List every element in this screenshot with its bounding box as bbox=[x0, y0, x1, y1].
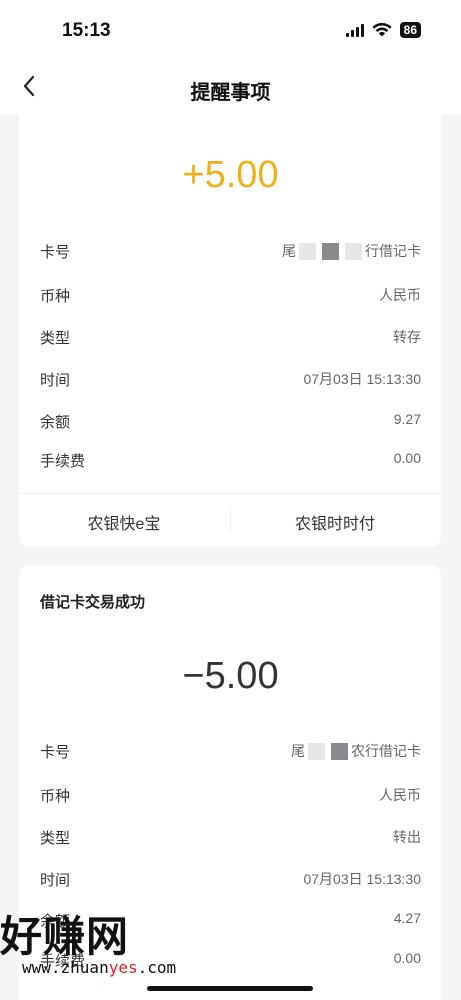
divider bbox=[230, 507, 231, 531]
row-label: 类型 bbox=[40, 830, 71, 847]
detail-row-type: 类型 转出 bbox=[40, 827, 421, 847]
watermark-url-part: .com bbox=[137, 958, 177, 977]
battery-indicator: 86 bbox=[399, 22, 421, 38]
watermark-logo-text: 好赚网 bbox=[0, 912, 130, 961]
status-icons: 86 bbox=[345, 22, 421, 38]
detail-row-time: 时间 07月03日 15:13:30 bbox=[40, 869, 421, 889]
detail-row-card-number: 卡号 尾 农行借记卡 bbox=[40, 741, 421, 761]
masked-digits bbox=[299, 242, 316, 260]
row-label: 类型 bbox=[40, 330, 71, 347]
card-title: 借记卡交易成功 bbox=[40, 594, 146, 611]
masked-digits bbox=[331, 742, 348, 760]
divider bbox=[19, 493, 441, 494]
row-value: 0.00 bbox=[393, 450, 421, 466]
row-value: 9.27 bbox=[393, 411, 421, 427]
detail-row-currency: 币种 人民币 bbox=[40, 785, 421, 805]
masked-digits bbox=[322, 242, 339, 260]
card-number-prefix: 尾 bbox=[291, 743, 305, 759]
row-label: 手续费 bbox=[40, 453, 86, 470]
row-label: 时间 bbox=[40, 872, 71, 889]
row-value: 4.27 bbox=[393, 910, 421, 926]
row-label: 卡号 bbox=[40, 744, 71, 761]
page-title: 提醒事项 bbox=[190, 82, 271, 104]
row-label: 币种 bbox=[40, 288, 71, 305]
status-time: 15:13 bbox=[62, 20, 111, 41]
row-value: 转出 bbox=[393, 829, 421, 845]
detail-row-type: 类型 转存 bbox=[40, 327, 421, 347]
row-label: 币种 bbox=[40, 788, 71, 805]
row-value: 人民币 bbox=[379, 287, 421, 303]
card-number-prefix: 尾 bbox=[282, 243, 296, 259]
row-value: 0.00 bbox=[393, 950, 421, 966]
watermark-url-part: www.zhuan bbox=[22, 958, 109, 977]
row-value: 07月03日 15:13:30 bbox=[303, 371, 421, 387]
row-label: 卡号 bbox=[40, 244, 71, 261]
home-indicator[interactable] bbox=[147, 986, 313, 991]
watermark-url-part: yes bbox=[108, 958, 138, 977]
detail-row-time: 时间 07月03日 15:13:30 bbox=[40, 369, 421, 389]
detail-row-balance: 余额 9.27 bbox=[40, 411, 421, 431]
amount-negative: −5.00 bbox=[182, 655, 279, 697]
card-number-suffix: 行借记卡 bbox=[365, 243, 421, 259]
kuai-e-bao-link[interactable]: 农银快e宝 bbox=[24, 510, 224, 534]
row-label: 余额 bbox=[40, 414, 71, 431]
nav-bar: 提醒事项 bbox=[0, 60, 461, 114]
masked-digits bbox=[345, 242, 362, 260]
row-value: 转存 bbox=[393, 329, 421, 345]
status-bar: 15:13 86 bbox=[0, 0, 461, 60]
watermark-logo: 好赚网 www.zhuanyes.com bbox=[0, 912, 176, 977]
detail-row-fee: 手续费 0.00 bbox=[40, 450, 421, 470]
row-label: 时间 bbox=[40, 372, 71, 389]
detail-row-currency: 币种 人民币 bbox=[40, 285, 421, 305]
card-number-value: 尾 行借记卡 bbox=[282, 241, 421, 261]
amount-positive: +5.00 bbox=[182, 154, 279, 196]
row-value: 07月03日 15:13:30 bbox=[303, 871, 421, 887]
card-number-value: 尾 农行借记卡 bbox=[291, 741, 421, 761]
detail-row-card-number: 卡号 尾 行借记卡 bbox=[40, 241, 421, 261]
row-value: 人民币 bbox=[379, 787, 421, 803]
masked-digits bbox=[308, 742, 325, 760]
card-number-suffix: 农行借记卡 bbox=[351, 743, 421, 759]
wifi-icon bbox=[372, 23, 392, 37]
signal-icon bbox=[345, 23, 364, 37]
watermark-url: www.zhuanyes.com bbox=[22, 958, 176, 977]
shi-shi-fu-link[interactable]: 农银时时付 bbox=[235, 510, 435, 534]
